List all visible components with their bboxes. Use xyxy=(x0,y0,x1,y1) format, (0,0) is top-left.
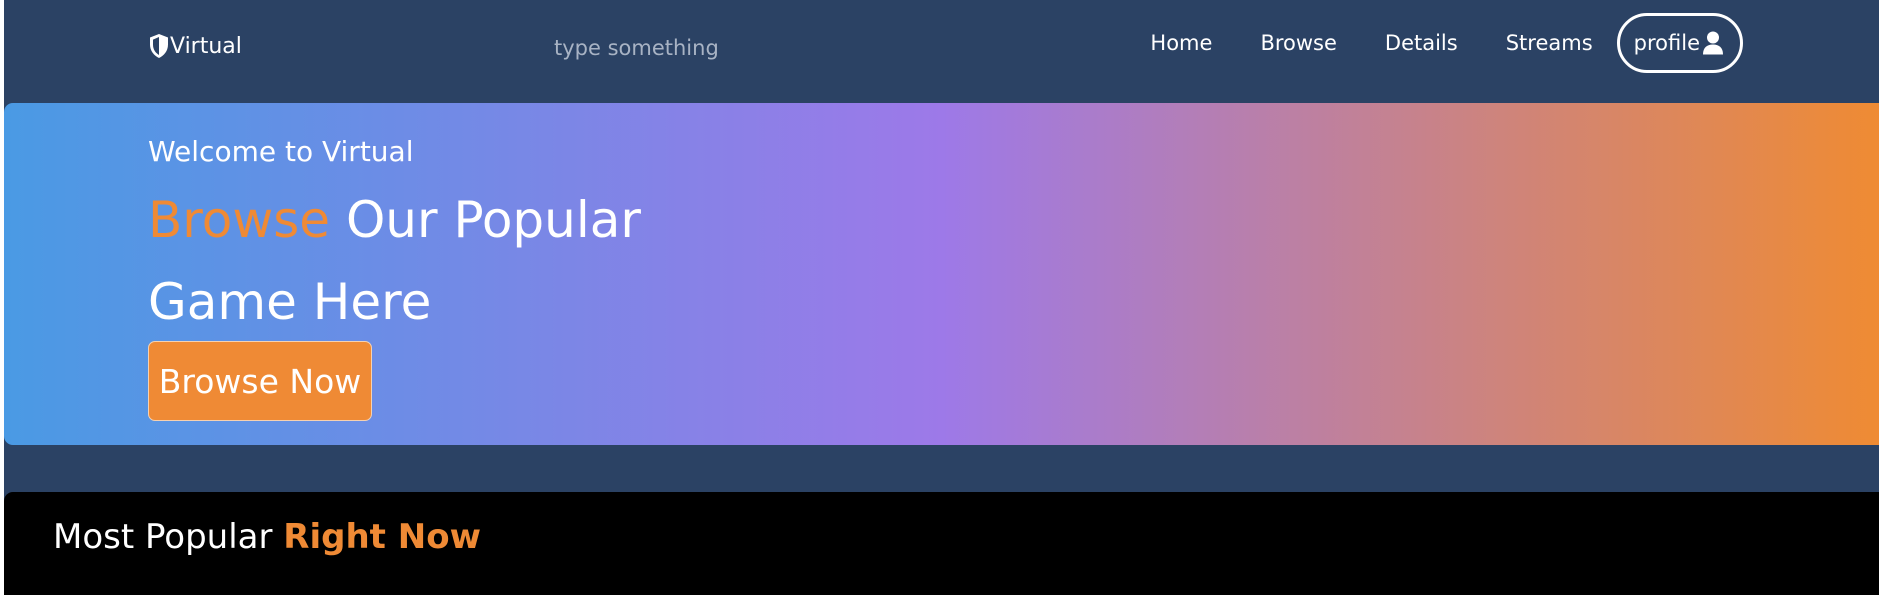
user-icon xyxy=(1702,31,1724,55)
shield-icon xyxy=(148,33,170,59)
hero-headline: Browse Our Popular Game Here xyxy=(148,179,668,343)
section-title-accent: Right Now xyxy=(283,517,481,557)
welcome-text: Welcome to Virtual xyxy=(148,135,414,168)
headline-text-line-1: Our Popular xyxy=(330,191,641,249)
brand-logo[interactable]: Virtual xyxy=(148,33,242,59)
nav-link-details[interactable]: Details xyxy=(1385,31,1458,55)
browse-now-button[interactable]: Browse Now xyxy=(148,341,372,421)
section-title: Most Popular Right Now xyxy=(53,513,481,561)
headline-accent: Browse xyxy=(148,191,331,249)
nav-link-streams[interactable]: Streams xyxy=(1506,31,1593,55)
nav-links: Home Browse Details Streams profile xyxy=(1150,13,1743,73)
nav-link-home[interactable]: Home xyxy=(1150,31,1212,55)
profile-button[interactable]: profile xyxy=(1616,13,1743,73)
hero-banner: Welcome to Virtual Browse Our Popular Ga… xyxy=(4,103,1879,445)
most-popular-section: Most Popular Right Now xyxy=(4,492,1879,595)
nav-link-browse[interactable]: Browse xyxy=(1260,31,1336,55)
profile-label: profile xyxy=(1633,31,1700,55)
search-input[interactable] xyxy=(554,30,854,66)
headline-text-line-2: Game Here xyxy=(148,273,432,331)
navbar: Virtual Home Browse Details Streams prof… xyxy=(4,0,1879,103)
section-title-main: Most Popular xyxy=(53,517,284,557)
page: Virtual Home Browse Details Streams prof… xyxy=(4,0,1879,595)
brand-name: Virtual xyxy=(170,33,242,59)
